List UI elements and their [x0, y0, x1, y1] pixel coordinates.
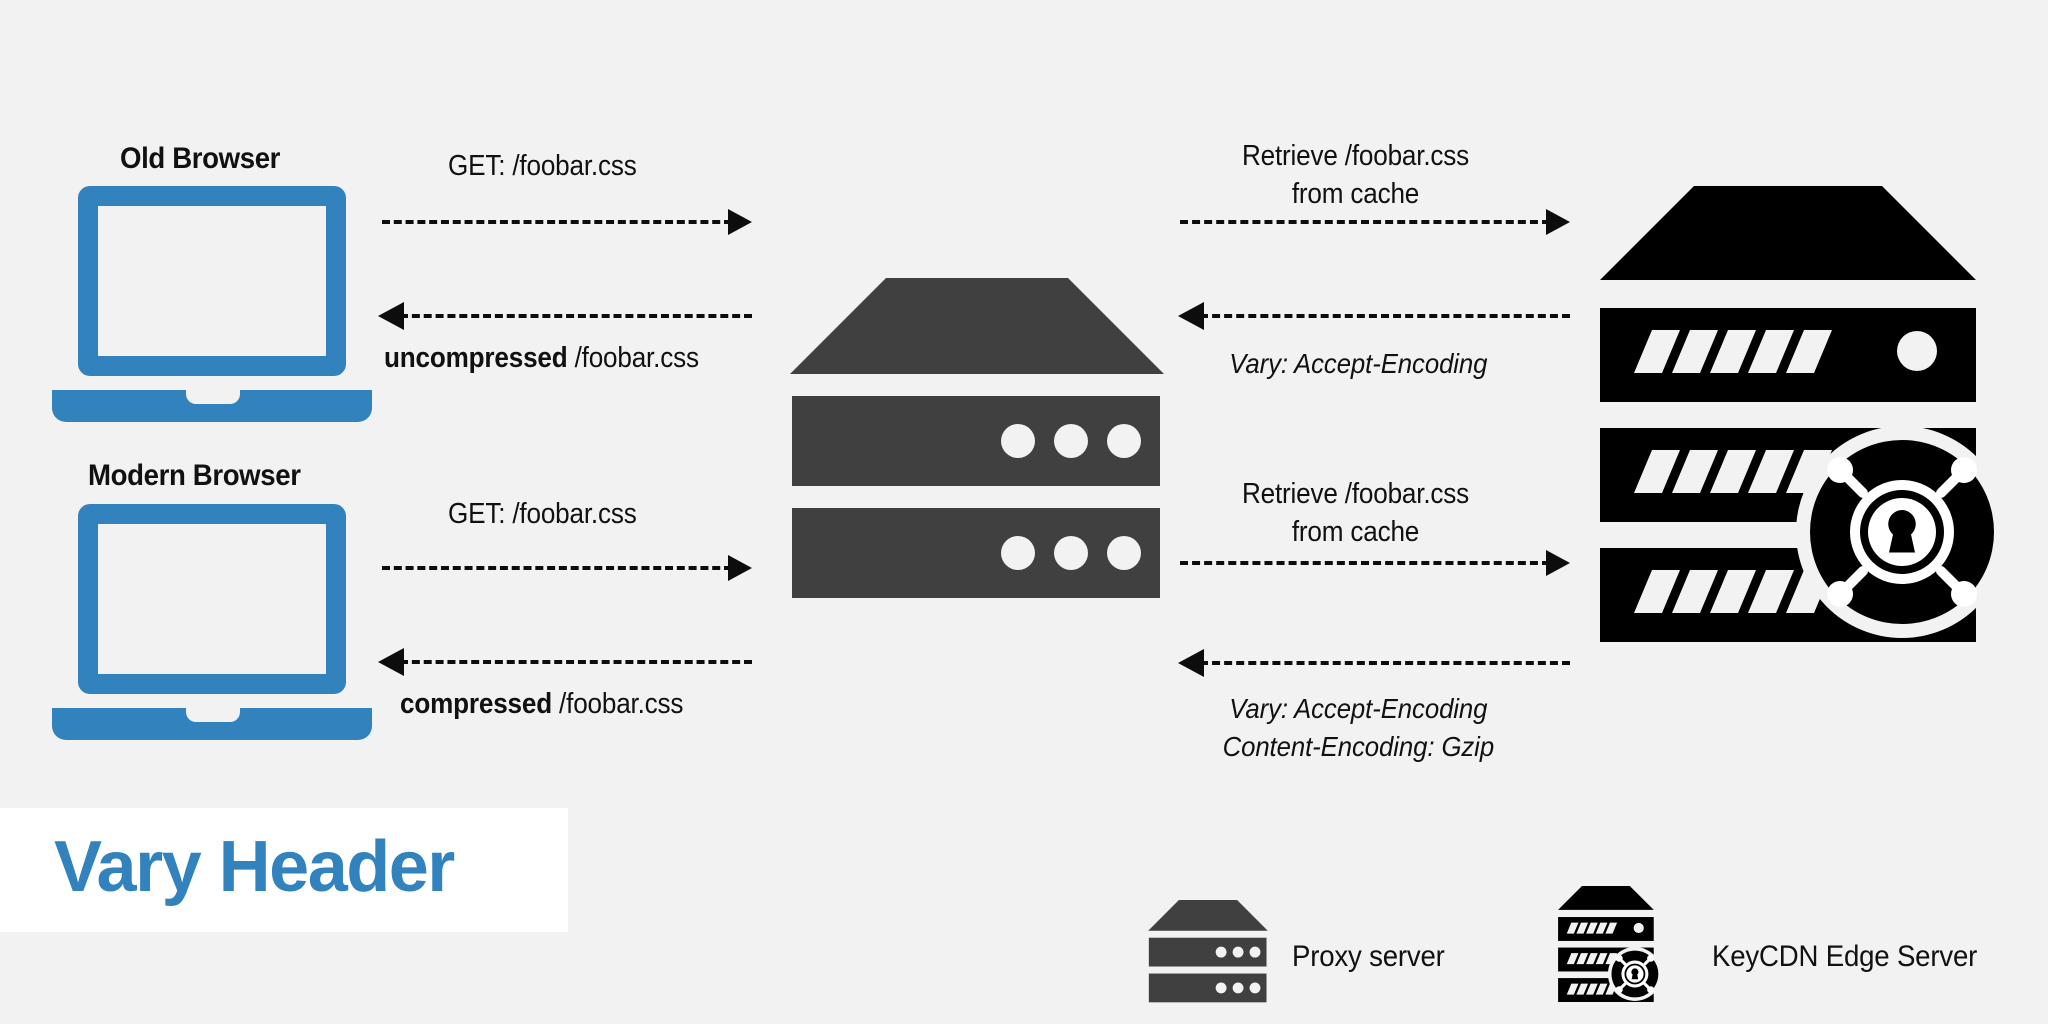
laptop-notch: [186, 390, 240, 404]
upstream-request-top-line1: Retrieve /foobar.css: [1241, 140, 1470, 172]
laptop-screen: [98, 206, 326, 356]
modern-response-label: compressed /foobar.css: [400, 688, 683, 722]
upstream-request-bottom-arrow: [1180, 549, 1570, 577]
upstream-response-bottom-arrow: [1178, 649, 1570, 677]
arrow-shaft: [1200, 314, 1570, 318]
upstream-request-top-line2: from cache: [1291, 178, 1420, 210]
legend-edge-rack-3-vents: [1566, 983, 1618, 995]
old-browser-laptop-icon: [52, 186, 372, 422]
legend-proxy-led: [1232, 946, 1244, 958]
arrow-head: [1546, 550, 1570, 576]
arrow-shaft: [400, 660, 752, 664]
arrow-shaft: [1180, 220, 1550, 224]
proxy-server-rack-1: [792, 396, 1160, 486]
legend-proxy-top: [1148, 900, 1268, 931]
legend-proxy-led: [1232, 982, 1244, 994]
proxy-led: [1107, 424, 1141, 458]
laptop-notch: [186, 708, 240, 722]
arrow-head: [1546, 209, 1570, 235]
modern-response-emphasis: compressed: [400, 688, 552, 720]
legend-proxy-led: [1215, 946, 1227, 958]
laptop-screen: [98, 524, 326, 674]
legend-keycdn-edge-server-icon: [1558, 886, 1662, 1002]
upstream-request-bottom-line1: Retrieve /foobar.css: [1241, 478, 1470, 510]
arrow-head: [728, 209, 752, 235]
edge-server-top: [1600, 186, 1976, 280]
keycdn-keyhole: [1888, 510, 1916, 553]
old-response-label: uncompressed /foobar.css: [384, 342, 699, 376]
proxy-server-top: [790, 278, 1164, 374]
modern-browser-laptop-icon: [52, 504, 372, 740]
modern-browser-label: Modern Browser: [88, 459, 301, 492]
old-request-arrow: [382, 208, 752, 236]
legend-edge-rack-1-vents: [1566, 922, 1618, 934]
legend-proxy-rack-2: [1148, 973, 1267, 1003]
upstream-response-bottom-line1: Vary: Accept-Encoding: [1229, 693, 1488, 724]
arrow-head: [378, 648, 404, 676]
modern-response-arrow: [378, 648, 752, 676]
arrow-shaft: [382, 220, 732, 224]
old-response-rest: /foobar.css: [567, 342, 699, 374]
arrow-shaft: [1180, 561, 1550, 565]
edge-rack-2-vents: [1634, 450, 1832, 493]
arrow-shaft: [382, 566, 732, 570]
old-response-arrow: [378, 302, 752, 330]
upstream-request-top-arrow: [1180, 208, 1570, 236]
old-response-emphasis: uncompressed: [384, 342, 568, 374]
keycdn-edge-server-icon: [1600, 186, 2008, 642]
legend-proxy-led: [1249, 982, 1261, 994]
legend-edge-rack-2-vents: [1566, 953, 1618, 965]
diagram-canvas: Old Browser GET: /foobar.css uncompresse…: [0, 0, 2048, 1024]
arrow-head: [1178, 649, 1204, 677]
upstream-response-top-arrow: [1178, 302, 1570, 330]
upstream-request-bottom-line2: from cache: [1291, 516, 1420, 548]
modern-request-arrow: [382, 554, 752, 582]
modern-response-rest: /foobar.css: [551, 688, 684, 720]
arrow-head: [1178, 302, 1204, 330]
proxy-led: [1001, 424, 1035, 458]
arrow-head: [728, 555, 752, 581]
arrow-head: [378, 302, 404, 330]
legend-proxy-led: [1249, 946, 1261, 958]
proxy-server-rack-2: [792, 508, 1160, 598]
arrow-shaft: [1200, 661, 1570, 665]
edge-led: [1897, 331, 1937, 371]
proxy-led: [1054, 424, 1088, 458]
legend-label-keycdn-edge-server: KeyCDN Edge Server: [1712, 940, 1978, 973]
legend-edge-top: [1558, 886, 1654, 910]
upstream-response-bottom-line2: Content-Encoding: Gzip: [1222, 731, 1495, 762]
legend-proxy-server-icon: [1148, 900, 1268, 1003]
edge-rack-3-vents: [1634, 570, 1832, 613]
legend-proxy-rack-1: [1148, 937, 1267, 967]
proxy-server-icon: [790, 278, 1164, 598]
old-browser-label: Old Browser: [120, 142, 281, 175]
legend-proxy-led: [1215, 982, 1227, 994]
edge-rack-1-vents: [1634, 330, 1832, 373]
legend-label-proxy-server: Proxy server: [1292, 940, 1445, 973]
modern-request-label: GET: /foobar.css: [448, 498, 637, 530]
page-title: Vary Header: [54, 827, 455, 907]
arrow-shaft: [400, 314, 752, 318]
proxy-led: [1054, 536, 1088, 570]
legend-keycdn-keyhole: [1631, 968, 1639, 980]
legend-edge-led: [1633, 922, 1644, 934]
proxy-led: [1107, 536, 1141, 570]
proxy-led: [1001, 536, 1035, 570]
upstream-response-top-label: Vary: Accept-Encoding: [1229, 348, 1488, 379]
old-request-label: GET: /foobar.css: [448, 150, 637, 182]
